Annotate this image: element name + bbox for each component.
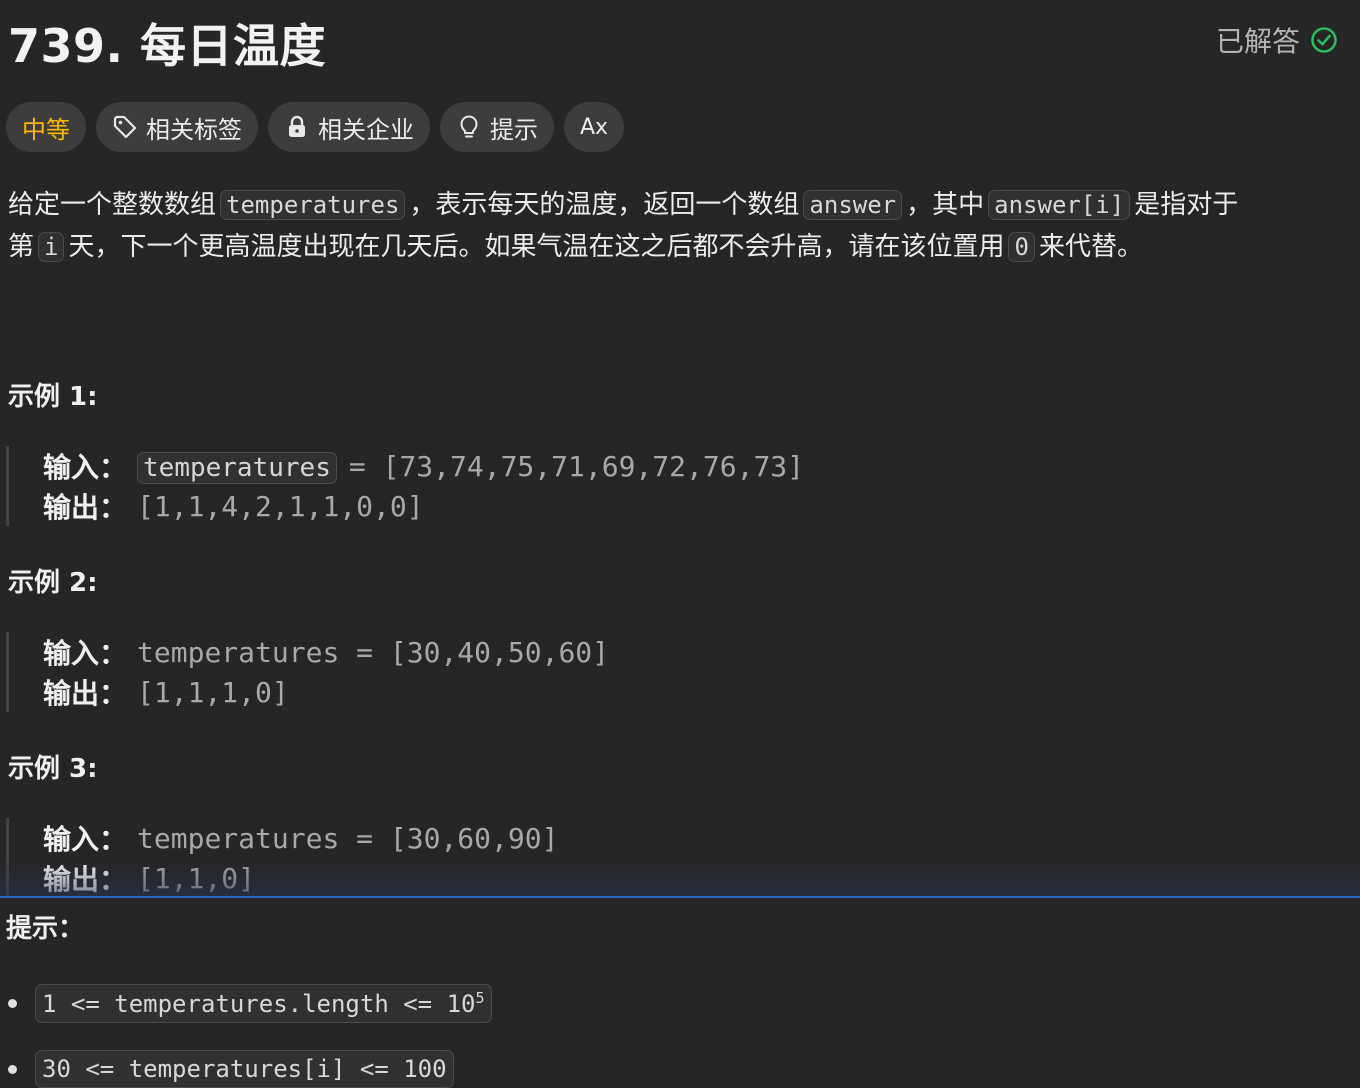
constraint-item: 30 <= temperatures[i] <= 100 bbox=[8, 1050, 454, 1088]
bullet-icon bbox=[8, 1064, 17, 1074]
tag-row: 中等 相关标签 相关企业 提示 Ax bbox=[6, 102, 625, 152]
constraint-item: 1 <= temperatures.length <= 105 bbox=[8, 984, 492, 1023]
constraint-2: 30 <= temperatures[i] <= 100 bbox=[35, 1050, 454, 1088]
constraints-title: 提示： bbox=[6, 914, 85, 944]
related-tags-button[interactable]: 相关标签 bbox=[96, 102, 258, 152]
code-answer-i: answer[i] bbox=[988, 190, 1131, 220]
example-3-output: 输出： [1,1,0] bbox=[43, 861, 256, 897]
difficulty-label: 中等 bbox=[22, 115, 70, 144]
lightbulb-icon bbox=[460, 115, 478, 138]
hint-button[interactable]: 提示 bbox=[440, 102, 554, 152]
code-temperatures: temperatures bbox=[220, 190, 406, 220]
example-1-output: 输出： [1,1,4,2,1,1,0,0] bbox=[43, 489, 424, 525]
code-answer: answer bbox=[803, 190, 903, 220]
example-1-block: 输入： temperatures = [73,74,75,71,69,72,76,… bbox=[6, 446, 1106, 526]
example-3-input: 输入： temperatures = [30,60,90] bbox=[43, 821, 559, 857]
solved-status: 已解答 bbox=[1216, 20, 1338, 60]
example-2-output: 输出： [1,1,1,0] bbox=[43, 675, 289, 711]
code-i: i bbox=[38, 232, 65, 262]
related-tags-label: 相关标签 bbox=[146, 115, 242, 144]
example-2-input: 输入： temperatures = [30,40,50,60] bbox=[43, 635, 610, 671]
code-zero: 0 bbox=[1008, 232, 1035, 262]
lock-icon bbox=[289, 115, 305, 137]
bullet-icon bbox=[8, 999, 17, 1008]
example-1-input: 输入： temperatures = [73,74,75,71,69,72,76,… bbox=[43, 449, 805, 485]
example-2-block: 输入： temperatures = [30,40,50,60] 输出： [1,… bbox=[6, 632, 1106, 712]
difficulty-badge: 中等 bbox=[6, 102, 86, 152]
description-line-1: 给定一个整数数组 temperatures ，表示每天的温度，返回一个数组 answe… bbox=[8, 190, 1239, 220]
description-line-2: 第 i 天，下一个更高温度出现在几天后。如果气温在这之后都不会升高，请在该位置用 0 来… bbox=[8, 232, 1143, 262]
example-1-title: 示例 1: bbox=[8, 382, 98, 412]
example-2-title: 示例 2: bbox=[8, 568, 98, 598]
code-temperatures-example: temperatures bbox=[137, 451, 337, 484]
related-companies-label: 相关企业 bbox=[318, 115, 414, 144]
problem-title: 739. 每日温度 bbox=[8, 19, 327, 73]
example-3-block: 输入： temperatures = [30,60,90] 输出： [1,1,0… bbox=[6, 818, 1106, 898]
translate-icon: Ax bbox=[580, 114, 609, 140]
constraint-1: 1 <= temperatures.length <= 105 bbox=[35, 984, 492, 1023]
tag-icon bbox=[113, 115, 137, 139]
related-companies-button[interactable]: 相关企业 bbox=[268, 102, 430, 152]
translate-button[interactable]: Ax bbox=[564, 102, 625, 152]
problem-description: 给定一个整数数组 temperatures ，表示每天的温度，返回一个数组 answe… bbox=[8, 184, 1348, 268]
solved-label: 已解答 bbox=[1215, 25, 1300, 58]
hint-label: 提示 bbox=[490, 115, 538, 144]
check-circle-icon bbox=[1311, 27, 1337, 53]
example-3-title: 示例 3: bbox=[8, 754, 98, 784]
